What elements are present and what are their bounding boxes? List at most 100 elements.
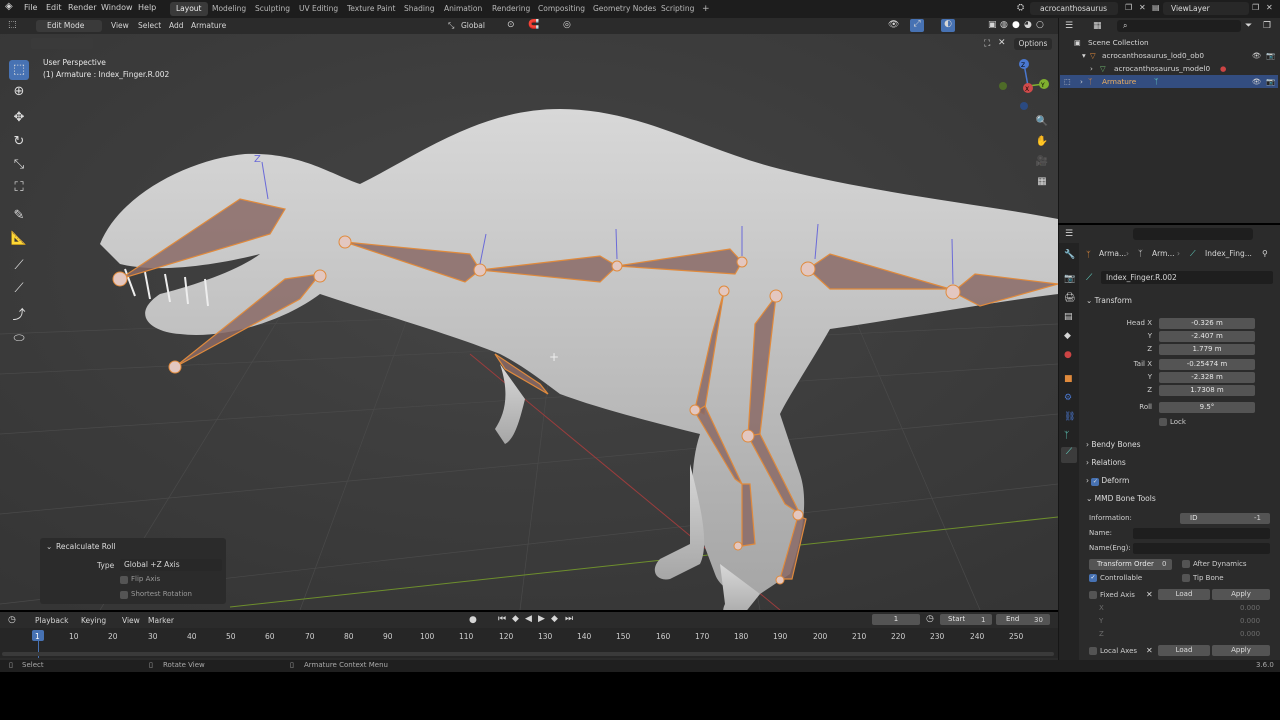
fixed-y-value[interactable]: 0.000: [1240, 617, 1260, 625]
gizmo-toggle-icon[interactable]: ⤢: [910, 19, 924, 32]
breadcrumb-item[interactable]: Arma...: [1099, 249, 1126, 258]
roll-field[interactable]: 9.5°: [1159, 402, 1255, 413]
menu-edit[interactable]: Edit: [46, 3, 62, 12]
current-frame-field[interactable]: 1: [872, 614, 920, 625]
blender-logo-icon[interactable]: ◈: [5, 1, 13, 12]
pan-icon[interactable]: ✋: [1034, 134, 1050, 150]
record-icon[interactable]: ●: [469, 615, 477, 625]
overlay-toggle-icon[interactable]: ◐: [941, 19, 955, 32]
name-eng-field[interactable]: [1133, 543, 1270, 554]
outliner-editor-icon[interactable]: ☰: [1065, 21, 1073, 31]
view-layer-selector[interactable]: ViewLayer: [1163, 2, 1249, 15]
constraint-tab-icon[interactable]: ⛓: [1064, 412, 1075, 422]
world-tab-icon[interactable]: ●: [1064, 350, 1072, 360]
zoom-icon[interactable]: 🔍: [1034, 114, 1050, 130]
scale-icon[interactable]: ⤡: [9, 155, 29, 175]
tab-uv-editing[interactable]: UV Editing: [293, 2, 344, 16]
close-layer-icon[interactable]: ✕: [1266, 3, 1273, 12]
next-key-icon[interactable]: ◆: [551, 614, 558, 624]
shortest-rotation-checkbox[interactable]: [120, 591, 128, 599]
head-y-field[interactable]: -2.407 m: [1159, 331, 1255, 342]
modifier-tab-icon[interactable]: ⚙: [1064, 393, 1072, 403]
controllable-checkbox[interactable]: ✓: [1089, 574, 1097, 582]
tab-layout[interactable]: Layout: [170, 2, 208, 16]
view-menu[interactable]: View: [122, 616, 140, 625]
timeline-editor-icon[interactable]: ◷: [8, 615, 16, 625]
object-tab-icon[interactable]: ■: [1064, 374, 1073, 384]
mmd-panel-header[interactable]: ⌄ MMD Bone Tools: [1086, 494, 1156, 503]
tab-texture-paint[interactable]: Texture Paint: [341, 2, 401, 16]
shading-rendered-icon[interactable]: ○: [1036, 20, 1044, 30]
tool-tab-icon[interactable]: 🔧: [1064, 250, 1075, 260]
select-mode-group[interactable]: [31, 38, 93, 49]
extrude-icon[interactable]: ⤴: [9, 306, 29, 326]
outliner-search-input[interactable]: [1117, 20, 1241, 32]
pin-icon[interactable]: ⛶: [984, 39, 990, 49]
head-z-field[interactable]: 1.779 m: [1159, 344, 1255, 355]
navigation-gizmo[interactable]: Z Y X: [996, 56, 1054, 114]
redo-type-select[interactable]: Global +Z Axis: [120, 559, 222, 571]
snap-icon[interactable]: 🧲: [528, 20, 539, 30]
fixed-axis-checkbox[interactable]: [1089, 591, 1097, 599]
measure-icon[interactable]: 📐: [9, 229, 29, 249]
breadcrumb-item[interactable]: Arm...: [1152, 249, 1175, 258]
deform-panel-header[interactable]: › ✓ Deform: [1086, 476, 1129, 486]
marker-menu[interactable]: Marker: [148, 616, 174, 625]
redo-collapse-icon[interactable]: ⌄: [46, 542, 52, 551]
tail-z-field[interactable]: 1.7308 m: [1159, 385, 1255, 396]
menu-window[interactable]: Window: [101, 3, 133, 12]
head-x-field[interactable]: -0.326 m: [1159, 318, 1255, 329]
menu-armature[interactable]: Armature: [191, 21, 226, 30]
tab-geometry-nodes[interactable]: Geometry Nodes: [587, 2, 662, 16]
camera-icon[interactable]: 🎥: [1034, 154, 1050, 170]
transform-orientation-select[interactable]: Global: [461, 21, 485, 30]
local-axes-load-button[interactable]: Load: [1158, 645, 1210, 656]
render-camera-icon[interactable]: 📷: [1266, 49, 1275, 62]
proportional-icon[interactable]: ◎: [563, 20, 571, 30]
after-dynamics-checkbox[interactable]: [1182, 560, 1190, 568]
play-reverse-icon[interactable]: ◀: [525, 614, 532, 624]
armature-data-tab-icon[interactable]: ᛉ: [1064, 431, 1069, 441]
filter-icon[interactable]: ⏷: [1245, 21, 1252, 31]
lock-checkbox[interactable]: [1159, 418, 1167, 426]
rotate-icon[interactable]: ↻: [9, 132, 29, 152]
pin-icon[interactable]: ⚲: [1262, 249, 1268, 258]
playback-menu[interactable]: Playback: [35, 616, 68, 625]
tab-sculpting[interactable]: Sculpting: [249, 2, 296, 16]
jump-end-icon[interactable]: ⏭: [565, 614, 573, 624]
cursor-icon[interactable]: ⊕: [9, 82, 29, 102]
output-tab-icon[interactable]: 🖨: [1064, 293, 1075, 303]
tail-x-field[interactable]: -0.25474 m: [1159, 359, 1255, 370]
relations-panel-header[interactable]: › Relations: [1086, 458, 1126, 467]
transform-order-field[interactable]: Transform Order: [1089, 559, 1172, 570]
render-camera-icon[interactable]: 📷: [1266, 75, 1275, 88]
local-axes-apply-button[interactable]: Apply: [1212, 645, 1270, 656]
view-layer-tab-icon[interactable]: ▤: [1064, 312, 1073, 322]
tab-compositing[interactable]: Compositing: [532, 2, 591, 16]
menu-help[interactable]: Help: [138, 3, 156, 12]
visibility-icon[interactable]: 👁: [888, 20, 899, 30]
eye-icon[interactable]: 👁: [1252, 49, 1261, 62]
menu-add[interactable]: Add: [169, 21, 184, 30]
tab-scripting[interactable]: Scripting: [655, 2, 700, 16]
viewport-3d[interactable]: Z + User Perspective (1) Armature : Inde…: [0, 34, 1058, 610]
scene-selector[interactable]: acrocanthosaurus: [1030, 2, 1118, 15]
filter-display-icon[interactable]: ▦: [1093, 21, 1102, 31]
envelope-icon[interactable]: ⬭: [9, 329, 29, 349]
select-box-icon[interactable]: ⬚: [9, 60, 29, 80]
xray-icon[interactable]: ▣: [988, 20, 997, 30]
fixed-axis-apply-button[interactable]: Apply: [1212, 589, 1270, 600]
timeline-scrollbar[interactable]: [2, 652, 1054, 656]
menu-view[interactable]: View: [111, 21, 129, 30]
shading-wireframe-icon[interactable]: ◍: [1000, 20, 1008, 30]
deform-checkbox[interactable]: ✓: [1091, 478, 1100, 486]
pivot-icon[interactable]: ⊙: [507, 20, 515, 30]
prev-key-icon[interactable]: ◆: [512, 614, 519, 624]
copy-icon[interactable]: ❐: [1125, 3, 1132, 12]
menu-render[interactable]: Render: [68, 3, 96, 12]
ortho-grid-icon[interactable]: ▦: [1034, 174, 1050, 190]
xray-close-icon[interactable]: ✕: [998, 38, 1006, 48]
tab-rendering[interactable]: Rendering: [486, 2, 536, 16]
clock-icon[interactable]: ◷: [926, 614, 934, 624]
move-icon[interactable]: ✥: [9, 108, 29, 128]
